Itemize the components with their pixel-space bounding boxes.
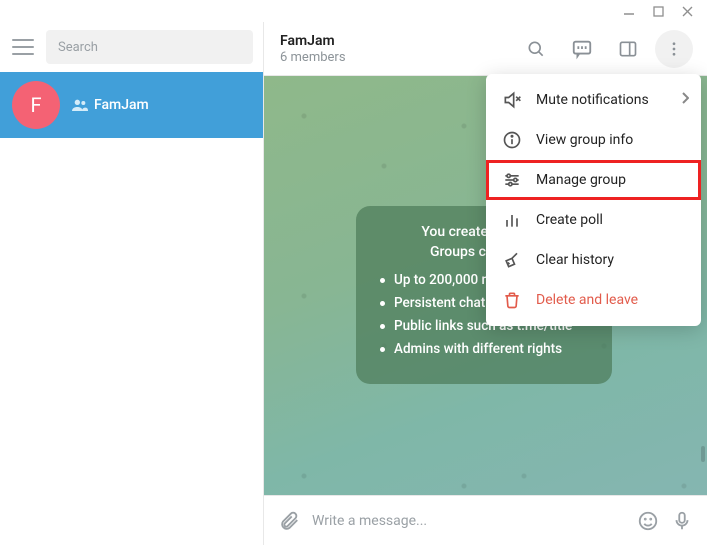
maximize-button[interactable] (653, 6, 664, 17)
menu-view-group-info[interactable]: View group info (486, 120, 701, 160)
message-composer: Write a message... (264, 495, 707, 545)
main-panel: FamJam 6 members You c (264, 22, 707, 545)
chat-members: 6 members (280, 50, 517, 65)
menu-delete-and-leave[interactable]: Delete and leave (486, 280, 701, 320)
mute-icon (502, 90, 522, 110)
menu-icon[interactable] (10, 37, 36, 57)
trash-icon (502, 290, 522, 310)
chat-name-label: FamJam (94, 97, 149, 113)
bubble-item: Admins with different rights (378, 341, 590, 357)
sliders-icon (502, 170, 522, 190)
avatar: F (12, 81, 60, 129)
search-icon[interactable] (517, 30, 555, 68)
scrollbar[interactable] (701, 446, 705, 462)
emoji-icon[interactable] (637, 510, 659, 532)
chat-header: FamJam 6 members (264, 22, 707, 76)
comments-icon[interactable] (563, 30, 601, 68)
close-button[interactable] (682, 6, 693, 17)
menu-mute-notifications[interactable]: Mute notifications (486, 80, 701, 120)
poll-icon (502, 210, 522, 230)
group-icon (72, 99, 88, 111)
more-icon[interactable] (655, 30, 693, 68)
minimize-button[interactable] (623, 5, 635, 17)
menu-clear-history[interactable]: Clear history (486, 240, 701, 280)
search-input[interactable]: Search (46, 30, 253, 64)
chat-title: FamJam (280, 33, 517, 49)
message-input[interactable]: Write a message... (312, 513, 625, 529)
broom-icon (502, 250, 522, 270)
window-titlebar (0, 0, 707, 22)
chat-list-item[interactable]: F FamJam (0, 72, 263, 138)
more-menu: Mute notifications View group info Manag… (486, 74, 701, 326)
chevron-right-icon (681, 92, 689, 108)
sidepanel-icon[interactable] (609, 30, 647, 68)
microphone-icon[interactable] (671, 510, 693, 532)
menu-manage-group[interactable]: Manage group (486, 160, 701, 200)
menu-create-poll[interactable]: Create poll (486, 200, 701, 240)
sidebar: Search F FamJam (0, 22, 264, 545)
info-icon (502, 130, 522, 150)
attach-icon[interactable] (278, 510, 300, 532)
